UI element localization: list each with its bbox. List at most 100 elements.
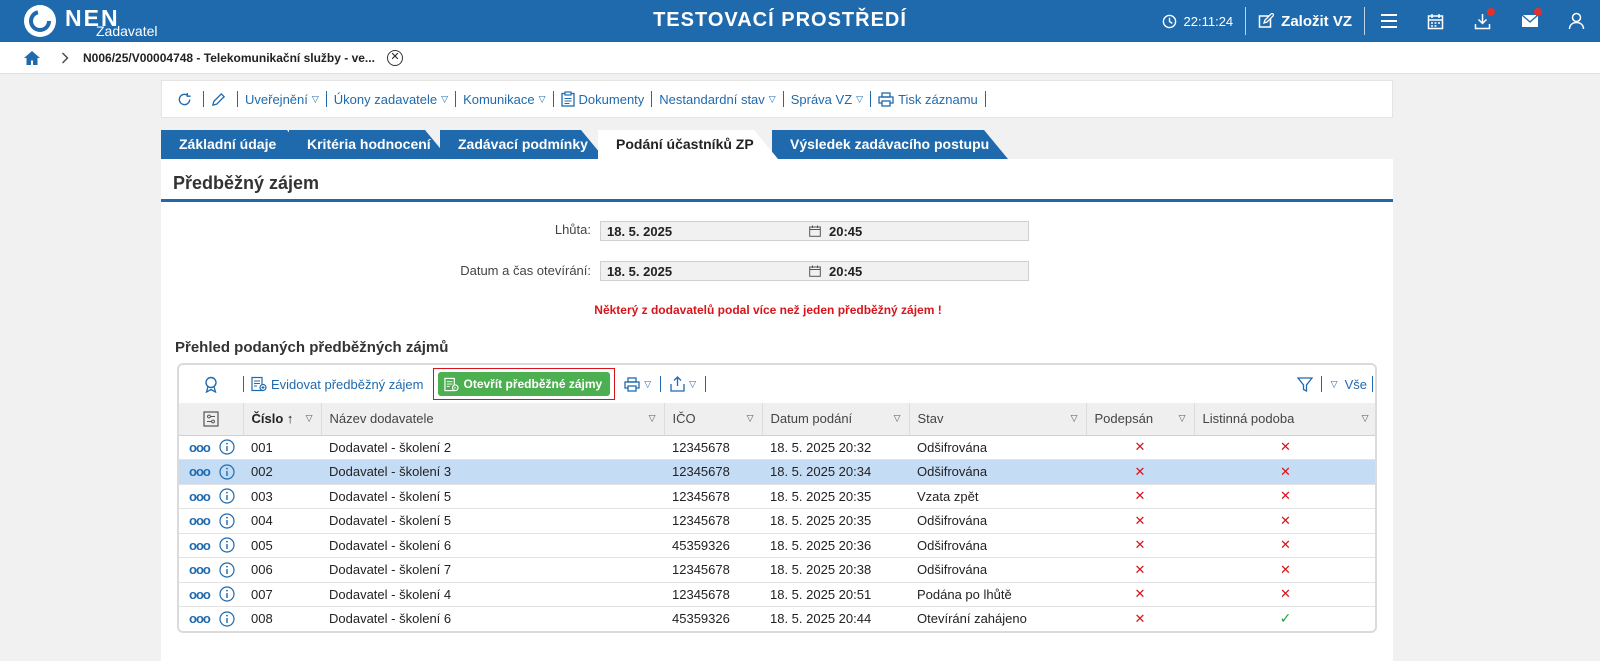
toolbar-item-ukony[interactable]: Úkony zadavatele ▽ bbox=[327, 92, 455, 107]
column-menu-icon[interactable]: ▽ bbox=[649, 413, 656, 424]
new-vz-button[interactable]: Založit VZ bbox=[1246, 13, 1364, 30]
toolbar-item-dokumenty[interactable]: Dokumenty bbox=[554, 91, 652, 107]
column-header-datum[interactable]: Datum podání ▽ bbox=[762, 403, 910, 436]
toolbar-item-label: Správa VZ bbox=[790, 91, 853, 107]
info-icon[interactable] bbox=[219, 488, 235, 504]
close-icon[interactable]: ✕ bbox=[386, 49, 403, 66]
column-menu-icon[interactable]: ▽ bbox=[747, 413, 754, 424]
column-menu-icon[interactable]: ▽ bbox=[894, 413, 901, 424]
table-row[interactable]: ooo 008 Dodavatel - školení 6 45359326 1… bbox=[179, 606, 1375, 631]
column-menu-icon[interactable]: ▽ bbox=[306, 413, 313, 424]
cell-nazev: Dodavatel - školení 6 bbox=[321, 606, 664, 631]
table-row[interactable]: ooo 002 Dodavatel - školení 3 12345678 1… bbox=[179, 459, 1375, 485]
tab-podani-ucastniku[interactable]: Podání účastníků ZP bbox=[598, 130, 778, 159]
mail-button[interactable] bbox=[1506, 0, 1553, 42]
cell-cislo: 003 bbox=[243, 484, 321, 509]
column-header-listinna[interactable]: Listinná podoba ▽ bbox=[1194, 403, 1375, 436]
deadline-date: 18. 5. 2025 bbox=[607, 224, 673, 239]
menu-button[interactable] bbox=[1365, 0, 1412, 42]
cell-listinna: ✕ bbox=[1194, 557, 1375, 583]
print-menu-button[interactable]: ▽ bbox=[620, 376, 660, 392]
cell-stav: Odšifrována bbox=[909, 533, 1086, 558]
info-icon[interactable] bbox=[219, 562, 235, 578]
tab-zadavaci-podminky[interactable]: Zadávací podmínky bbox=[440, 130, 605, 159]
triangle-down-icon: ▽ bbox=[538, 93, 546, 104]
table-row[interactable]: ooo 007 Dodavatel - školení 4 12345678 1… bbox=[179, 582, 1375, 607]
opening-field[interactable]: 18. 5. 2025 20:45 bbox=[600, 261, 1029, 281]
more-actions-icon[interactable]: ooo bbox=[189, 465, 211, 478]
calendar-button[interactable] bbox=[1412, 0, 1459, 42]
award-button[interactable] bbox=[179, 376, 243, 393]
filter-button[interactable] bbox=[1289, 376, 1321, 392]
status-mark: ✕ bbox=[1280, 561, 1291, 577]
table-row[interactable]: ooo 006 Dodavatel - školení 7 12345678 1… bbox=[179, 557, 1375, 583]
more-actions-icon[interactable]: ooo bbox=[189, 514, 211, 527]
status-mark: ✕ bbox=[1134, 512, 1146, 528]
more-actions-icon[interactable]: ooo bbox=[189, 612, 211, 625]
cell-nazev: Dodavatel - školení 7 bbox=[321, 557, 664, 583]
column-header-stav[interactable]: Stav ▽ bbox=[909, 403, 1087, 436]
evidovat-button[interactable]: Evidovat předběžný zájem bbox=[244, 376, 428, 392]
edit-button[interactable] bbox=[204, 92, 237, 107]
breadcrumb-current[interactable]: N006/25/V00004748 - Telekomunikační služ… bbox=[83, 51, 375, 65]
column-menu-icon[interactable]: ▽ bbox=[1071, 413, 1078, 424]
cell-podepsan: ✕ bbox=[1086, 582, 1194, 607]
cell-nazev: Dodavatel - školení 5 bbox=[321, 484, 664, 509]
sort-arrow-up-icon: ↑ bbox=[286, 411, 294, 427]
info-icon[interactable] bbox=[219, 537, 235, 553]
table-row[interactable]: ooo 003 Dodavatel - školení 5 12345678 1… bbox=[179, 484, 1375, 509]
tab-kriteria-hodnoceni[interactable]: Kritéria hodnocení bbox=[289, 130, 449, 159]
toolbar-item-uverejneni[interactable]: Uveřejnění ▽ bbox=[238, 92, 326, 107]
column-menu-icon[interactable]: ▽ bbox=[1362, 413, 1369, 424]
cell-cislo: 004 bbox=[243, 508, 321, 534]
tab-bar: Základní údaje Kritéria hodnocení Zadáva… bbox=[161, 130, 1021, 159]
toolbar-item-nestandardni[interactable]: Nestandardní stav ▽ bbox=[652, 92, 782, 107]
info-icon[interactable] bbox=[219, 611, 235, 627]
more-actions-icon[interactable]: ooo bbox=[189, 490, 211, 503]
open-interests-button[interactable]: Otevřít předběžné zájmy bbox=[438, 372, 611, 396]
deadline-field[interactable]: 18. 5. 2025 20:45 bbox=[600, 221, 1029, 241]
toolbar-item-sprava[interactable]: Správa VZ ▽ bbox=[784, 92, 870, 107]
column-settings-icon bbox=[203, 411, 219, 427]
notification-dot bbox=[1487, 8, 1495, 16]
info-icon[interactable] bbox=[219, 464, 235, 480]
opening-label: Datum a čas otevírání: bbox=[460, 263, 591, 278]
cell-nazev: Dodavatel - školení 3 bbox=[321, 459, 664, 485]
edit-icon bbox=[1258, 13, 1275, 28]
toolbar-item-tisk[interactable]: Tisk záznamu bbox=[871, 92, 985, 107]
download-button[interactable] bbox=[1459, 0, 1506, 42]
panel-header: Předběžný zájem bbox=[161, 159, 1393, 202]
column-header-ico[interactable]: IČO ▽ bbox=[664, 403, 763, 436]
info-icon[interactable] bbox=[219, 439, 235, 455]
cell-stav: Odšifrována bbox=[909, 557, 1086, 583]
row-actions-cell: ooo bbox=[179, 435, 243, 460]
column-menu-icon[interactable]: ▽ bbox=[1179, 413, 1186, 424]
user-button[interactable] bbox=[1553, 0, 1600, 42]
refresh-button[interactable] bbox=[170, 92, 203, 107]
cell-listinna: ✕ bbox=[1194, 435, 1375, 460]
column-header-cislo[interactable]: Číslo ↑ ▽ bbox=[243, 403, 322, 436]
export-menu-button[interactable]: ▽ bbox=[661, 376, 705, 392]
more-actions-icon[interactable]: ooo bbox=[189, 563, 211, 576]
more-actions-icon[interactable]: ooo bbox=[189, 588, 211, 601]
info-icon[interactable] bbox=[219, 586, 235, 602]
more-actions-icon[interactable]: ooo bbox=[189, 441, 211, 454]
toolbar-item-komunikace[interactable]: Komunikace ▽ bbox=[456, 92, 552, 107]
home-button[interactable] bbox=[23, 50, 41, 66]
column-header-podepsan[interactable]: Podepsán ▽ bbox=[1086, 403, 1195, 436]
tab-vysledek[interactable]: Výsledek zadávacího postupu bbox=[772, 130, 1008, 159]
cell-datum: 18. 5. 2025 20:44 bbox=[762, 606, 909, 631]
column-header-nazev[interactable]: Název dodavatele ▽ bbox=[321, 403, 665, 436]
table-row[interactable]: ooo 001 Dodavatel - školení 2 12345678 1… bbox=[179, 435, 1375, 460]
table-row[interactable]: ooo 005 Dodavatel - školení 6 45359326 1… bbox=[179, 533, 1375, 558]
cell-podepsan: ✕ bbox=[1086, 484, 1194, 509]
column-settings-header[interactable] bbox=[179, 403, 244, 436]
tab-zakladni-udaje[interactable]: Základní údaje bbox=[161, 130, 311, 159]
cell-datum: 18. 5. 2025 20:34 bbox=[762, 459, 909, 485]
view-select[interactable]: ▽ Vše bbox=[1322, 377, 1372, 392]
cell-stav: Otevírání zahájeno bbox=[909, 606, 1086, 631]
cell-ico: 45359326 bbox=[664, 533, 762, 558]
more-actions-icon[interactable]: ooo bbox=[189, 539, 211, 552]
table-row[interactable]: ooo 004 Dodavatel - školení 5 12345678 1… bbox=[179, 508, 1375, 534]
info-icon[interactable] bbox=[219, 513, 235, 529]
